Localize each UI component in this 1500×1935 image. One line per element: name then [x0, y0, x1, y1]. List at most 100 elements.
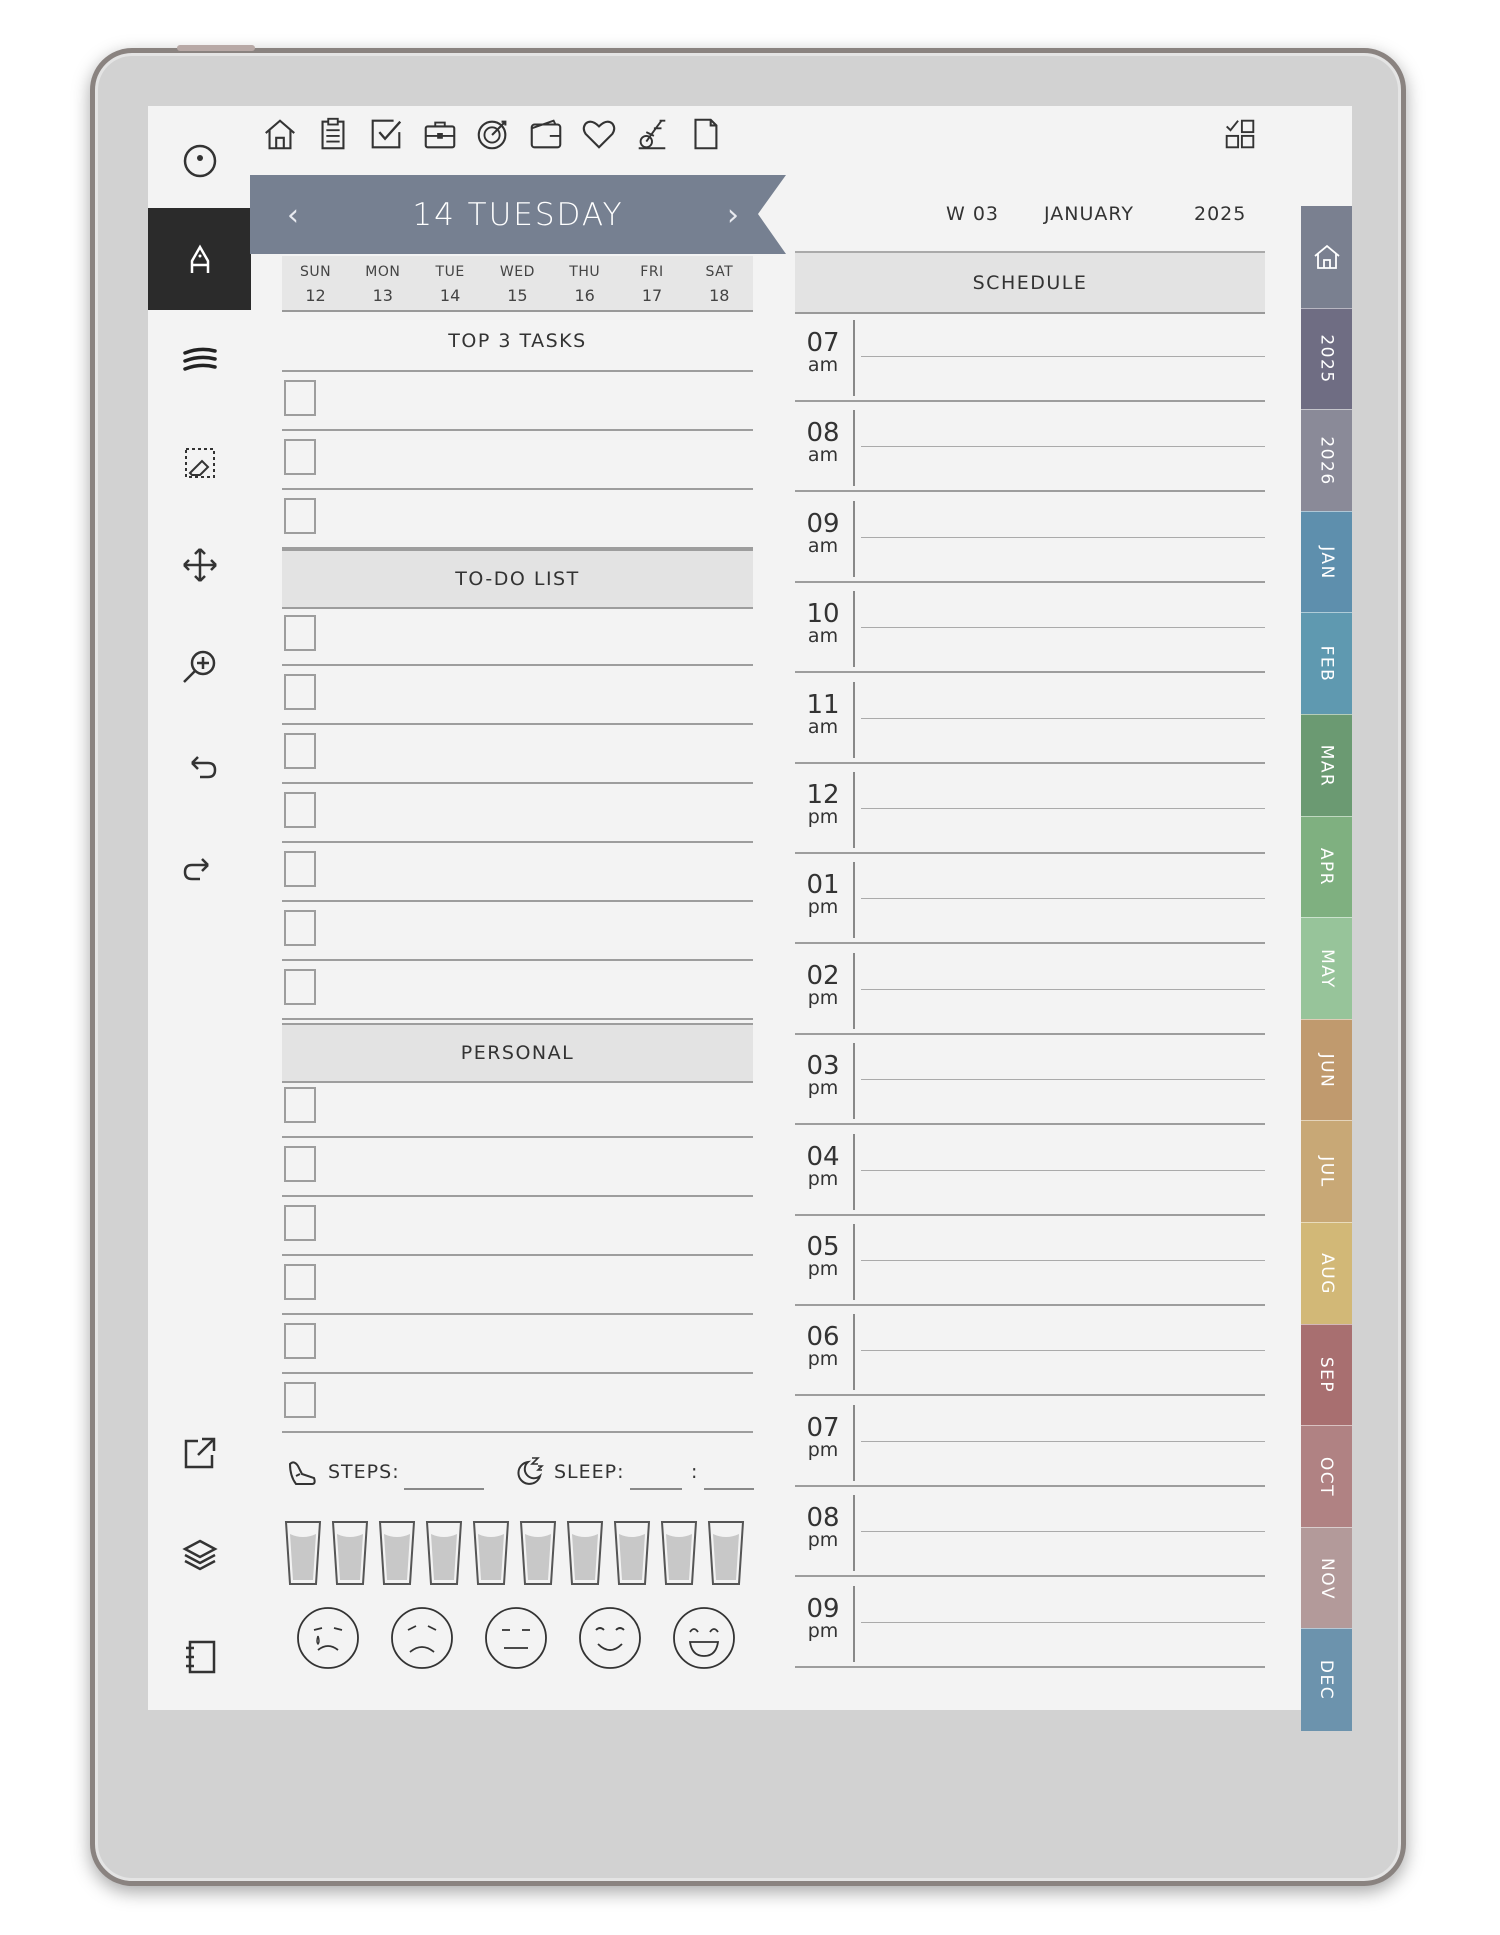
schedule-hour-row[interactable]: 04 pm	[795, 1126, 1265, 1216]
tab-2025[interactable]: 2025	[1301, 307, 1352, 411]
tab-jun[interactable]: JUN	[1301, 1018, 1352, 1122]
clipboard-icon[interactable]	[311, 112, 355, 156]
week-day-mon[interactable]: MON 13	[349, 256, 416, 305]
notebook-icon[interactable]	[148, 1622, 251, 1692]
week-day-thu[interactable]: THU 16	[551, 256, 618, 305]
schedule-hour-row[interactable]: 07 pm	[795, 1397, 1265, 1487]
personal-checkbox[interactable]	[284, 1205, 316, 1241]
neutral-face-icon[interactable]	[484, 1606, 548, 1670]
tab-mar[interactable]: MAR	[1301, 714, 1352, 817]
sleep-minutes-line[interactable]	[704, 1488, 754, 1490]
month-name[interactable]: JANUARY	[1044, 203, 1134, 225]
redo-icon[interactable]	[148, 836, 251, 906]
eraser-select-icon[interactable]	[148, 428, 251, 498]
tab-home[interactable]	[1301, 206, 1352, 308]
schedule-hour-row[interactable]: 10 am	[795, 583, 1265, 674]
week-day-fri[interactable]: FRI 17	[619, 256, 686, 305]
week-day-wed[interactable]: WED 15	[484, 256, 551, 305]
export-icon[interactable]	[148, 1418, 251, 1488]
water-glass-icon[interactable]	[566, 1520, 604, 1586]
top-task-checkbox[interactable]	[284, 380, 316, 416]
schedule-hour-row[interactable]: 12 pm	[795, 764, 1265, 854]
water-glass-icon[interactable]	[613, 1520, 651, 1586]
heart-icon[interactable]	[577, 112, 621, 156]
sleep-hours-line[interactable]	[630, 1488, 682, 1490]
prev-day-arrow[interactable]: ‹	[278, 195, 308, 235]
page-icon[interactable]	[683, 112, 727, 156]
todo-line[interactable]	[282, 1018, 753, 1020]
steps-input-line[interactable]	[404, 1488, 484, 1490]
top-task-line[interactable]	[282, 488, 753, 490]
week-day-tue[interactable]: TUE 14	[417, 256, 484, 305]
tab-oct[interactable]: OCT	[1301, 1425, 1352, 1528]
schedule-hour-row[interactable]: 09 am	[795, 493, 1265, 583]
exercise-bike-icon[interactable]	[630, 112, 674, 156]
todo-checkbox[interactable]	[284, 792, 316, 828]
wallet-icon[interactable]	[524, 112, 568, 156]
todo-line[interactable]	[282, 664, 753, 666]
schedule-hour-row[interactable]: 09 pm	[795, 1578, 1265, 1668]
schedule-hour-row[interactable]: 02 pm	[795, 945, 1265, 1035]
wave-lines-icon[interactable]	[148, 326, 251, 396]
water-glass-icon[interactable]	[425, 1520, 463, 1586]
todo-line[interactable]	[282, 959, 753, 961]
layout-grid-icon[interactable]	[1218, 112, 1262, 156]
schedule-hour-row[interactable]: 07 am	[795, 312, 1265, 402]
top-task-line[interactable]	[282, 547, 753, 549]
schedule-hour-row[interactable]: 08 am	[795, 402, 1265, 493]
checkbox-icon[interactable]	[364, 112, 408, 156]
todo-checkbox[interactable]	[284, 910, 316, 946]
water-glass-icon[interactable]	[660, 1520, 698, 1586]
top-task-checkbox[interactable]	[284, 498, 316, 534]
personal-checkbox[interactable]	[284, 1087, 316, 1123]
water-glass-icon[interactable]	[284, 1520, 322, 1586]
schedule-hour-row[interactable]: 03 pm	[795, 1035, 1265, 1126]
personal-line[interactable]	[282, 1254, 753, 1256]
undo-icon[interactable]	[148, 734, 251, 804]
personal-line[interactable]	[282, 1136, 753, 1138]
layers-icon[interactable]	[148, 1520, 251, 1590]
schedule-hour-row[interactable]: 05 pm	[795, 1216, 1265, 1306]
move-icon[interactable]	[148, 530, 251, 600]
todo-line[interactable]	[282, 782, 753, 784]
personal-checkbox[interactable]	[284, 1382, 316, 1418]
personal-line[interactable]	[282, 1372, 753, 1374]
tab-apr[interactable]: APR	[1301, 815, 1352, 919]
smile-face-icon[interactable]	[578, 1606, 642, 1670]
year-label[interactable]: 2025	[1194, 203, 1246, 225]
todo-checkbox[interactable]	[284, 733, 316, 769]
schedule-hour-row[interactable]: 01 pm	[795, 854, 1265, 945]
schedule-hour-row[interactable]: 08 pm	[795, 1487, 1265, 1578]
week-day-sun[interactable]: SUN 12	[282, 256, 349, 305]
briefcase-icon[interactable]	[418, 112, 462, 156]
week-number[interactable]: W 03	[946, 203, 999, 225]
tab-jan[interactable]: JAN	[1301, 510, 1352, 614]
top-task-line[interactable]	[282, 429, 753, 431]
target-icon[interactable]	[471, 112, 515, 156]
personal-line[interactable]	[282, 1313, 753, 1315]
tab-sep[interactable]: SEP	[1301, 1323, 1352, 1427]
tab-aug[interactable]: AUG	[1301, 1222, 1352, 1325]
tab-feb[interactable]: FEB	[1301, 612, 1352, 715]
water-glass-icon[interactable]	[707, 1520, 745, 1586]
todo-line[interactable]	[282, 723, 753, 725]
personal-checkbox[interactable]	[284, 1264, 316, 1300]
personal-line[interactable]	[282, 1431, 753, 1433]
grin-face-icon[interactable]	[672, 1606, 736, 1670]
water-glass-icon[interactable]	[378, 1520, 416, 1586]
tab-dec[interactable]: DEC	[1301, 1628, 1352, 1731]
crying-face-icon[interactable]	[296, 1606, 360, 1670]
personal-line[interactable]	[282, 1195, 753, 1197]
schedule-hour-row[interactable]: 11 am	[795, 674, 1265, 764]
todo-line[interactable]	[282, 841, 753, 843]
todo-checkbox[interactable]	[284, 674, 316, 710]
water-glass-icon[interactable]	[472, 1520, 510, 1586]
todo-line[interactable]	[282, 900, 753, 902]
todo-checkbox[interactable]	[284, 851, 316, 887]
schedule-hour-row[interactable]: 06 pm	[795, 1306, 1265, 1397]
top-task-checkbox[interactable]	[284, 439, 316, 475]
sad-face-icon[interactable]	[390, 1606, 454, 1670]
water-glass-icon[interactable]	[519, 1520, 557, 1586]
todo-checkbox[interactable]	[284, 615, 316, 651]
tab-2026[interactable]: 2026	[1301, 409, 1352, 512]
